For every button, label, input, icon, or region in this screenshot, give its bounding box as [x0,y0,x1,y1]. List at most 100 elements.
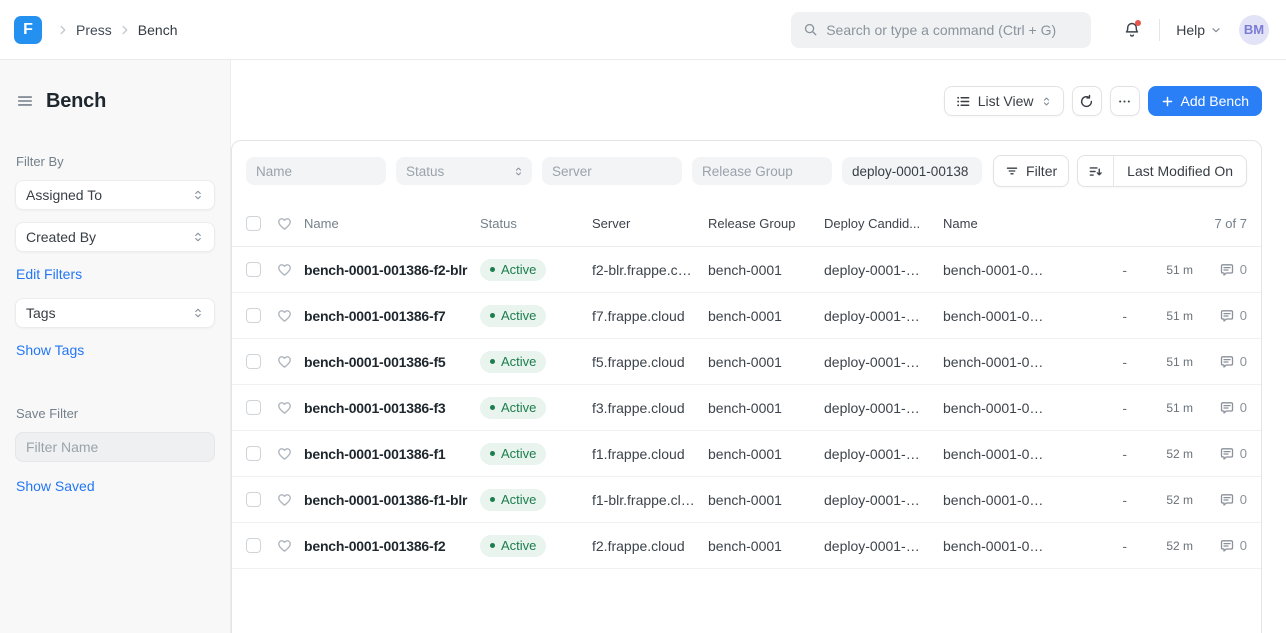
status-badge: Active [480,443,546,465]
comment-icon [1219,308,1235,324]
bench-name[interactable]: bench-0001-001386-f3 [304,400,480,416]
bench-name[interactable]: bench-0001-001386-f1-blr [304,492,480,508]
show-saved-link[interactable]: Show Saved [16,478,95,494]
notifications-bell-icon[interactable] [1123,21,1141,39]
help-menu[interactable]: Help [1176,22,1222,38]
search-input[interactable] [826,22,1079,38]
table-header: Name Status Server Release Group Deploy … [232,201,1261,247]
select-all-checkbox[interactable] [246,216,261,231]
row-checkbox[interactable] [246,354,261,369]
top-bar: F Press Bench Help BM [0,0,1286,60]
favorite-heart-icon[interactable] [276,353,293,370]
row-checkbox[interactable] [246,446,261,461]
comment-count: 0 [1240,262,1247,277]
table-row[interactable]: bench-0001-001386-f2-blr Active f2-blr.f… [232,247,1261,293]
command-search[interactable] [791,12,1091,48]
chevron-right-icon [118,23,132,37]
name-2-cell: bench-0001-0… [943,354,1105,370]
comments-indicator[interactable]: 0 [1193,262,1247,278]
filter-name-input[interactable] [15,432,215,462]
breadcrumb: Press Bench [56,22,178,38]
column-header-name-2[interactable]: Name [943,216,1214,231]
comment-icon [1219,400,1235,416]
favorite-heart-icon[interactable] [276,307,293,324]
favorite-heart-icon[interactable] [276,491,293,508]
name-filter-input[interactable] [246,157,386,185]
bench-name[interactable]: bench-0001-001386-f2 [304,538,480,554]
created-by-dropdown[interactable]: Created By [15,222,215,252]
bench-name[interactable]: bench-0001-001386-f5 [304,354,480,370]
more-options-button[interactable] [1110,86,1140,116]
favorite-heart-icon[interactable] [276,399,293,416]
server-cell: f2-blr.frappe.c… [592,262,708,278]
row-checkbox[interactable] [246,308,261,323]
comments-indicator[interactable]: 0 [1193,400,1247,416]
tags-dropdown[interactable]: Tags [15,298,215,328]
comment-icon [1219,446,1235,462]
bench-name[interactable]: bench-0001-001386-f7 [304,308,480,324]
sidebar-toggle-icon[interactable] [16,92,34,110]
assigned-to-dropdown[interactable]: Assigned To [15,180,215,210]
deploy-candidate-cell: deploy-0001-… [824,308,943,324]
deploy-candidate-cell: deploy-0001-… [824,492,943,508]
status-dot-icon [490,451,495,456]
comments-indicator[interactable]: 0 [1193,354,1247,370]
column-header-name[interactable]: Name [304,216,480,231]
bench-name[interactable]: bench-0001-001386-f1 [304,446,480,462]
column-header-release-group[interactable]: Release Group [708,216,824,231]
comment-icon [1219,262,1235,278]
avatar[interactable]: BM [1239,15,1269,45]
column-header-status[interactable]: Status [480,216,592,231]
view-selector-button[interactable]: List View [944,86,1064,116]
release-group-filter-input[interactable] [692,157,832,185]
comment-count: 0 [1240,538,1247,553]
row-checkbox[interactable] [246,262,261,277]
breadcrumb-bench[interactable]: Bench [138,22,178,38]
deploy-candidate-cell: deploy-0001-… [824,400,943,416]
release-group-cell: bench-0001 [708,538,824,554]
table-row[interactable]: bench-0001-001386-f3 Active f3.frappe.cl… [232,385,1261,431]
empty-value-cell: - [1105,400,1127,416]
table-row[interactable]: bench-0001-001386-f2 Active f2.frappe.cl… [232,523,1261,569]
comment-count: 0 [1240,492,1247,507]
table-row[interactable]: bench-0001-001386-f7 Active f7.frappe.cl… [232,293,1261,339]
add-bench-button[interactable]: Add Bench [1148,86,1263,116]
column-header-server[interactable]: Server [592,216,708,231]
favorite-heart-icon[interactable] [276,445,293,462]
frappe-logo-icon[interactable]: F [14,16,42,44]
status-label: Active [501,308,536,323]
row-checkbox[interactable] [246,538,261,553]
list-filter-row: Status Filter [232,141,1261,201]
row-checkbox[interactable] [246,400,261,415]
filter-button-label: Filter [1026,163,1057,179]
table-row[interactable]: bench-0001-001386-f1-blr Active f1-blr.f… [232,477,1261,523]
comments-indicator[interactable]: 0 [1193,492,1247,508]
status-dot-icon [490,497,495,502]
bench-name[interactable]: bench-0001-001386-f2-blr [304,262,480,278]
sort-button[interactable]: Last Modified On [1077,155,1247,187]
favorite-heart-icon[interactable] [276,537,293,554]
name-2-cell: bench-0001-0… [943,400,1105,416]
filter-button[interactable]: Filter [993,155,1069,187]
last-modified-cell: 52 m [1127,539,1193,553]
table-row[interactable]: bench-0001-001386-f1 Active f1.frappe.cl… [232,431,1261,477]
deploy-candidate-filter-input[interactable] [842,157,982,185]
breadcrumb-press[interactable]: Press [76,22,112,38]
server-filter-input[interactable] [542,157,682,185]
empty-value-cell: - [1105,354,1127,370]
status-filter-select[interactable]: Status [396,157,532,185]
show-tags-link[interactable]: Show Tags [16,342,84,358]
comments-indicator[interactable]: 0 [1193,446,1247,462]
comments-indicator[interactable]: 0 [1193,308,1247,324]
table-row[interactable]: bench-0001-001386-f5 Active f5.frappe.cl… [232,339,1261,385]
refresh-button[interactable] [1072,86,1102,116]
chevron-down-icon [1210,24,1222,36]
row-checkbox[interactable] [246,492,261,507]
name-2-cell: bench-0001-0… [943,308,1105,324]
favorite-heart-icon[interactable] [276,261,293,278]
comments-indicator[interactable]: 0 [1193,538,1247,554]
column-header-deploy-candidate[interactable]: Deploy Candid... [824,216,943,231]
favorite-column-icon [276,215,293,232]
edit-filters-link[interactable]: Edit Filters [16,266,82,282]
comment-count: 0 [1240,308,1247,323]
